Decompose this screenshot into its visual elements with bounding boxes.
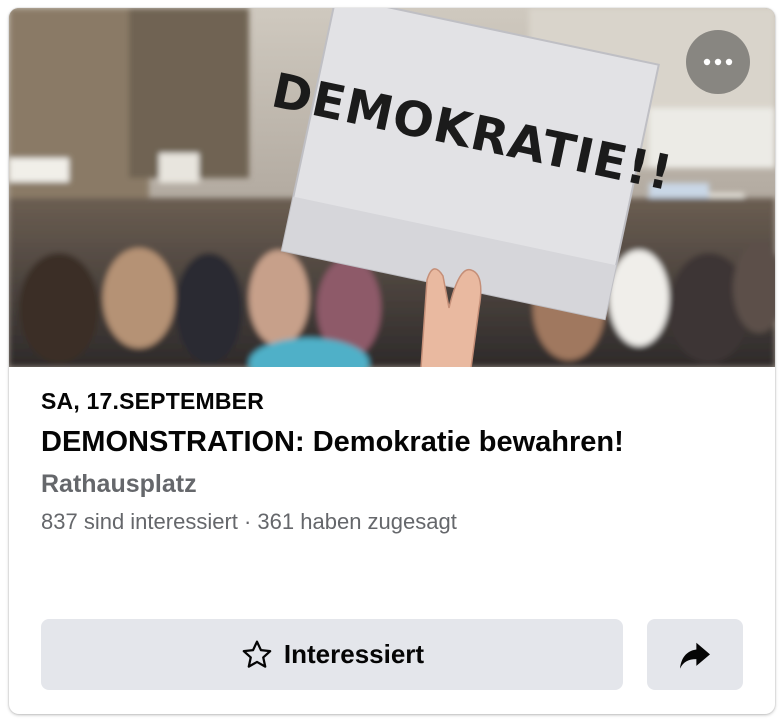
star-outline-icon [242, 640, 272, 668]
event-info: SA, 17.SEPTEMBER DEMONSTRATION: Demokrat… [41, 384, 761, 539]
more-options-button[interactable] [686, 30, 750, 94]
event-title[interactable]: DEMONSTRATION: Demokratie bewahren! [41, 420, 761, 464]
event-location[interactable]: Rathausplatz [41, 465, 761, 503]
event-card: DEMOKRATIE!! SA, 17.SEPTEMBER DEMONSTRAT… [9, 8, 775, 714]
event-cover-image[interactable]: DEMOKRATIE!! [9, 8, 775, 367]
protest-photo: DEMOKRATIE!! [9, 8, 775, 367]
share-button[interactable] [647, 619, 743, 690]
interested-button[interactable]: Interessiert [41, 619, 623, 690]
share-arrow-icon [680, 642, 710, 669]
interested-button-label: Interessiert [283, 639, 425, 669]
event-stats: 837 sind interessiert · 361 haben zugesa… [41, 509, 457, 534]
event-date: SA, 17.SEPTEMBER [41, 388, 265, 414]
more-horizontal-icon [703, 58, 733, 66]
